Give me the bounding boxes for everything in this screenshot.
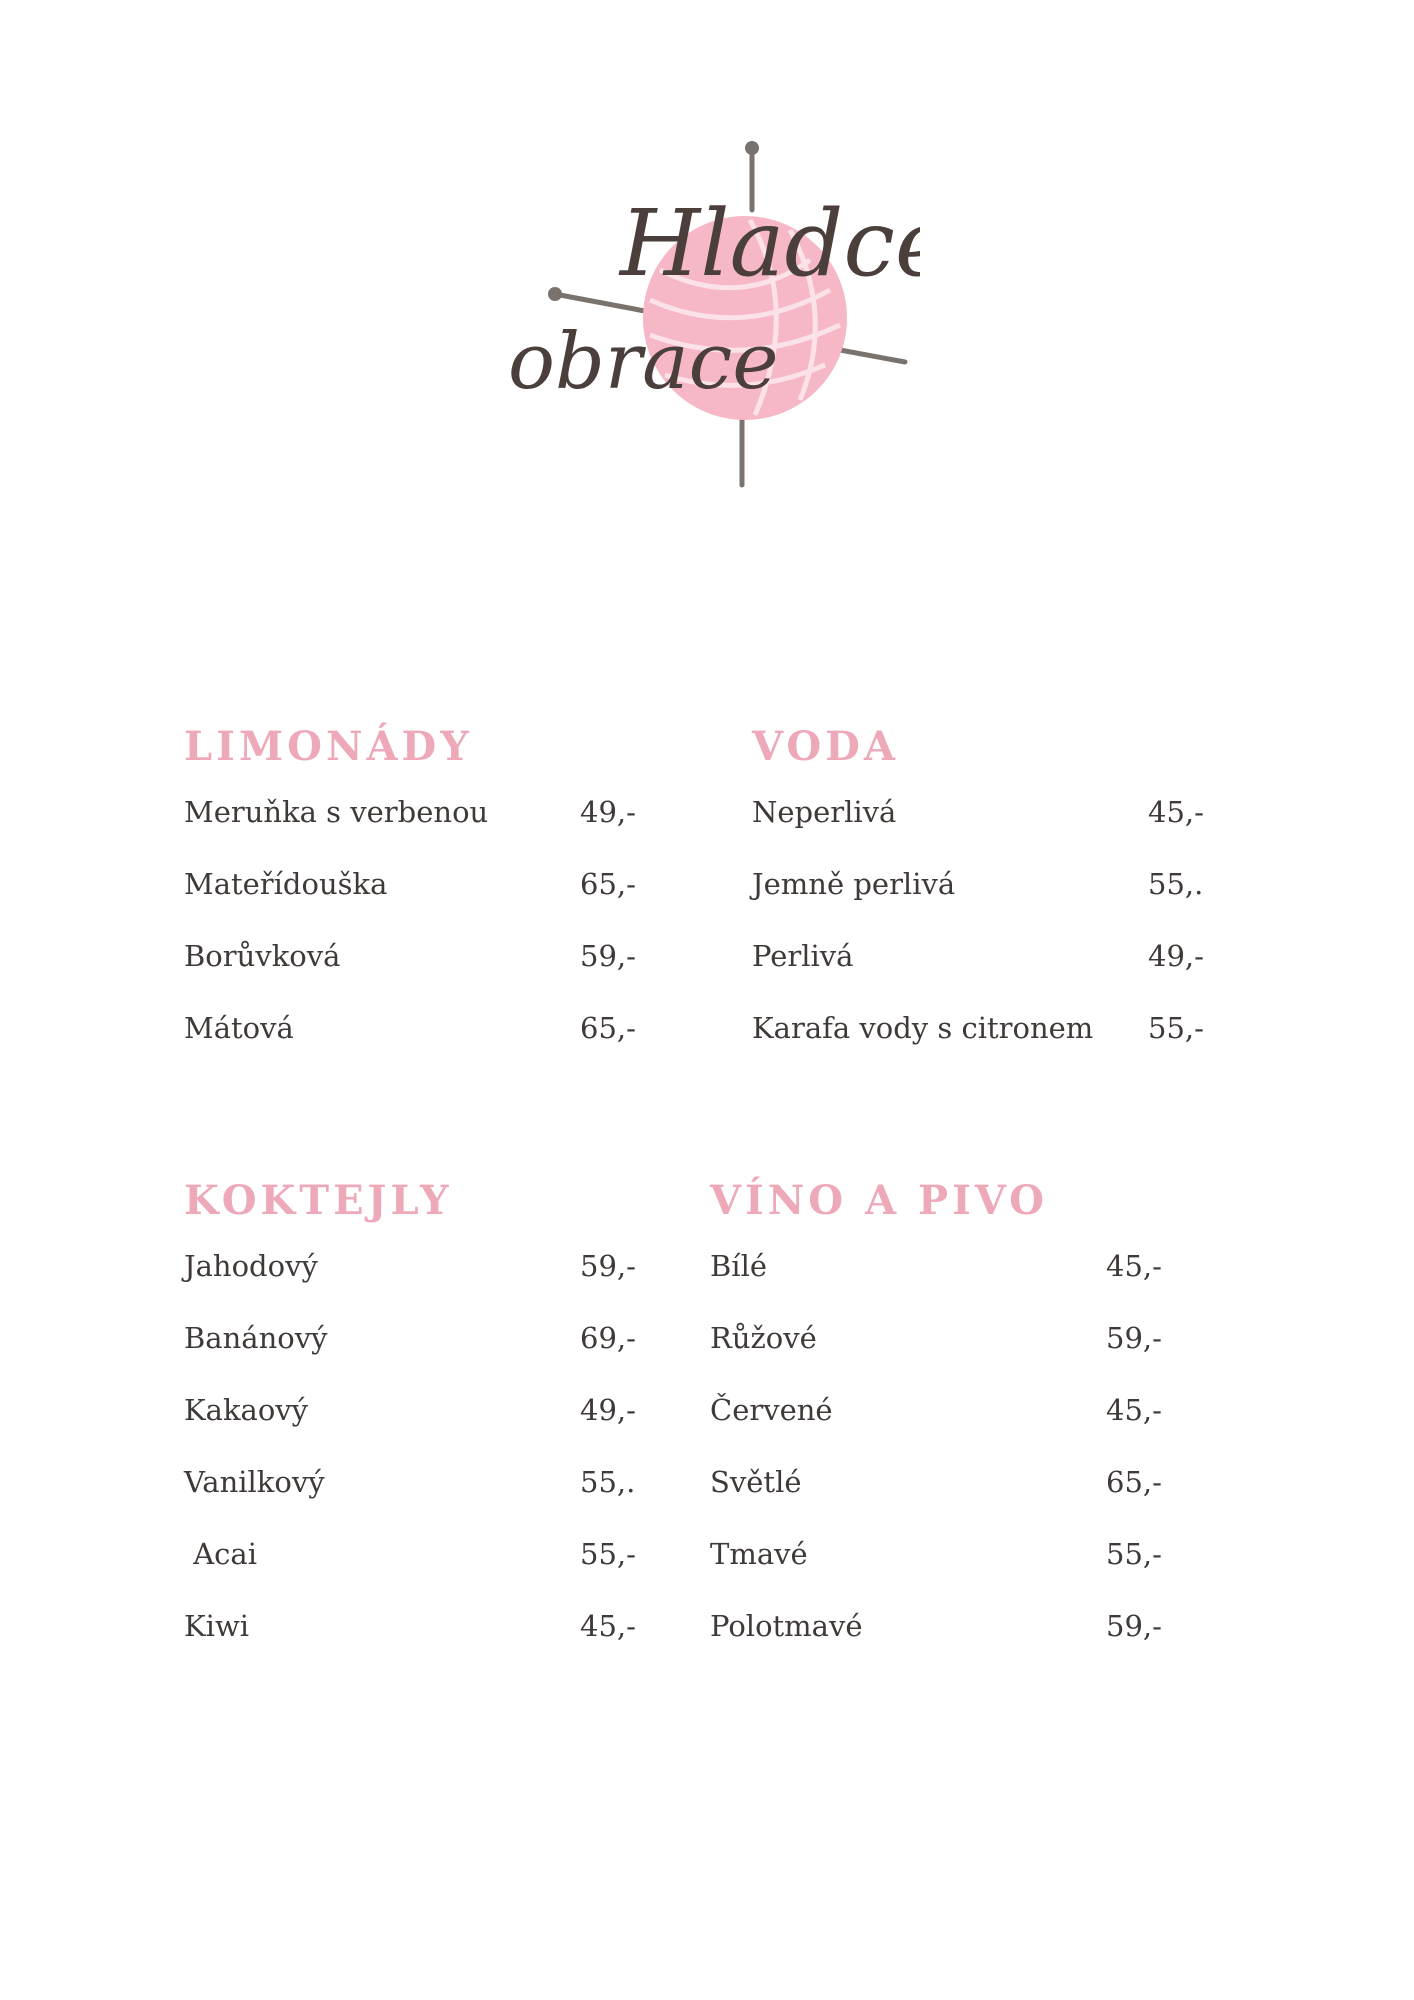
- item-price: 45,-: [1106, 1249, 1162, 1283]
- item-price: 69,-: [580, 1321, 636, 1355]
- item-name: Růžové: [710, 1321, 817, 1355]
- menu-item: Červené 45,-: [710, 1392, 1170, 1464]
- item-price: 59,-: [1106, 1321, 1162, 1355]
- menu-item: Neperlivá 45,-: [752, 794, 1212, 866]
- item-price: 45,-: [580, 1609, 636, 1643]
- menu-item: Acai 55,-: [184, 1536, 644, 1608]
- item-name: Červené: [710, 1393, 833, 1427]
- item-price: 59,-: [580, 1249, 636, 1283]
- item-price: 45,-: [1106, 1393, 1162, 1427]
- menu-item: Kiwi 45,-: [184, 1608, 644, 1680]
- menu-item: Kakaový 49,-: [184, 1392, 644, 1464]
- section-limonady: LIMONÁDY Meruňka s verbenou 49,- Mateříd…: [184, 722, 644, 1082]
- item-price: 49,-: [580, 795, 636, 829]
- item-price: 55,-: [1106, 1537, 1162, 1571]
- item-name: Světlé: [710, 1465, 802, 1499]
- menu-item: Tmavé 55,-: [710, 1536, 1170, 1608]
- item-price: 55,.: [580, 1465, 636, 1499]
- logo-line2: obrace: [508, 317, 779, 407]
- section-voda: VODA Neperlivá 45,- Jemně perlivá 55,. P…: [752, 722, 1212, 1082]
- menu-item: Banánový 69,-: [184, 1320, 644, 1392]
- yarn-ball-logo: Hladce obrace: [508, 141, 920, 488]
- section-title: LIMONÁDY: [184, 723, 473, 770]
- menu-item: Polotmavé 59,-: [710, 1608, 1170, 1680]
- logo-line1: Hladce: [618, 190, 920, 297]
- menu-item: Karafa vody s citronem 55,-: [752, 1010, 1212, 1082]
- item-name: Banánový: [184, 1321, 328, 1355]
- menu-item: Světlé 65,-: [710, 1464, 1170, 1536]
- item-name: Mátová: [184, 1011, 294, 1045]
- item-price: 65,-: [580, 867, 636, 901]
- menu-item: Mateřídouška 65,-: [184, 866, 644, 938]
- item-name: Jahodový: [184, 1249, 318, 1283]
- menu-item: Jahodový 59,-: [184, 1248, 644, 1320]
- item-name: Borůvková: [184, 939, 341, 973]
- item-price: 59,-: [580, 939, 636, 973]
- item-price: 55,.: [1148, 867, 1204, 901]
- item-name: Acai: [184, 1537, 257, 1571]
- item-name: Kakaový: [184, 1393, 309, 1427]
- item-price: 55,-: [580, 1537, 636, 1571]
- menu-item: Meruňka s verbenou 49,-: [184, 794, 644, 866]
- menu-item: Bílé 45,-: [710, 1248, 1170, 1320]
- menu-item: Vanilkový 55,.: [184, 1464, 644, 1536]
- section-koktejly: KOKTEJLY Jahodový 59,- Banánový 69,- Kak…: [184, 1176, 644, 1680]
- item-name: Vanilkový: [184, 1465, 325, 1499]
- item-price: 65,-: [580, 1011, 636, 1045]
- item-name: Polotmavé: [710, 1609, 863, 1643]
- section-title: VÍNO A PIVO: [710, 1177, 1049, 1224]
- item-name: Perlivá: [752, 939, 854, 973]
- item-name: Jemně perlivá: [752, 867, 956, 901]
- item-name: Meruňka s verbenou: [184, 795, 489, 829]
- menu-item: Růžové 59,-: [710, 1320, 1170, 1392]
- item-price: 49,-: [580, 1393, 636, 1427]
- item-price: 45,-: [1148, 795, 1204, 829]
- item-name: Tmavé: [710, 1537, 808, 1571]
- menu-item: Jemně perlivá 55,.: [752, 866, 1212, 938]
- item-name: Mateřídouška: [184, 867, 388, 901]
- item-price: 65,-: [1106, 1465, 1162, 1499]
- item-price: 49,-: [1148, 939, 1204, 973]
- menu-item: Borůvková 59,-: [184, 938, 644, 1010]
- menu-item: Mátová 65,-: [184, 1010, 644, 1082]
- logo: Hladce obrace: [500, 140, 920, 500]
- item-name: Karafa vody s citronem: [752, 1011, 1094, 1045]
- section-title: KOKTEJLY: [184, 1177, 453, 1224]
- menu-item: Perlivá 49,-: [752, 938, 1212, 1010]
- item-price: 55,-: [1148, 1011, 1204, 1045]
- item-name: Neperlivá: [752, 795, 897, 829]
- section-vino-a-pivo: VÍNO A PIVO Bílé 45,- Růžové 59,- Červen…: [710, 1176, 1170, 1680]
- section-title: VODA: [752, 723, 899, 770]
- item-name: Kiwi: [184, 1609, 250, 1643]
- item-name: Bílé: [710, 1249, 768, 1283]
- item-price: 59,-: [1106, 1609, 1162, 1643]
